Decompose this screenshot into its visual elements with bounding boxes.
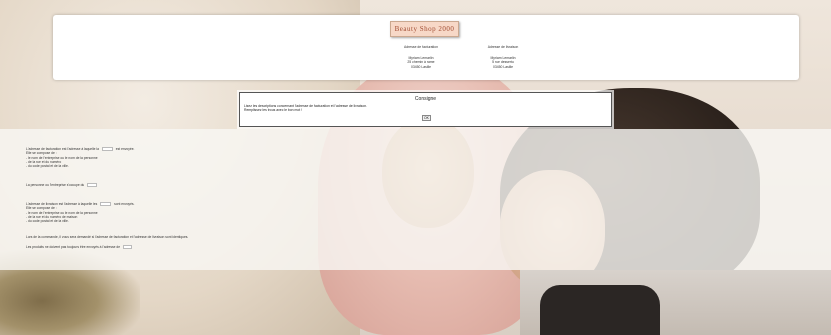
delivery-address: Adresse de livraison Myriam Lemarlin 5 r… <box>473 45 533 69</box>
question-delivery: L'adresse de livraison est l'adresse à l… <box>26 202 134 223</box>
question-billing: L'adresse de facturation est l'adresse à… <box>26 147 134 168</box>
question-detail: - du code postal et de la ville. <box>26 219 69 224</box>
shop-header: Beauty Shop 2000 Adresse de facturation … <box>53 15 799 80</box>
instruction-dialog: Consigne Lisez les descriptions concerna… <box>239 92 612 127</box>
delivery-address-title: Adresse de livraison <box>487 45 519 49</box>
question-text: Les produits ne doivent pas toujours êtr… <box>26 245 121 249</box>
billing-address-line: 03450 Lasille <box>411 64 431 69</box>
ok-button[interactable]: OK <box>422 115 431 121</box>
billing-address-title: Adresse de facturation <box>404 45 438 49</box>
question-text: sont envoyés. <box>114 202 135 206</box>
answer-input-4[interactable] <box>123 245 133 250</box>
question-note: Lors de la commande, il vous sera demand… <box>26 235 189 239</box>
dark-clothing <box>540 285 660 335</box>
question-payment: La personne ou l'entreprise s'occupe du <box>26 183 99 188</box>
question-address: Les produits ne doivent pas toujours êtr… <box>26 245 134 250</box>
question-text: La personne ou l'entreprise s'occupe du <box>26 183 85 187</box>
answer-input-2[interactable] <box>87 183 98 188</box>
answer-input-1[interactable] <box>101 147 113 152</box>
answer-input-3[interactable] <box>100 202 112 207</box>
exercise-panel: L'adresse de facturation est l'adresse à… <box>0 129 831 270</box>
question-detail: - du code postal et de la ville. <box>26 164 69 169</box>
dialog-message-line: Remplissez les trous avec le bon mot ! <box>244 108 303 113</box>
dialog-message: Lisez les descriptions concernant l'adre… <box>244 104 367 112</box>
dialog-title: Consigne <box>414 96 437 102</box>
billing-address: Adresse de facturation Myriam Lemarlin 2… <box>391 45 451 69</box>
question-text: est envoyée. <box>115 147 135 151</box>
shop-logo: Beauty Shop 2000 <box>390 21 459 37</box>
delivery-address-line: 03450 Lasille <box>493 64 513 69</box>
